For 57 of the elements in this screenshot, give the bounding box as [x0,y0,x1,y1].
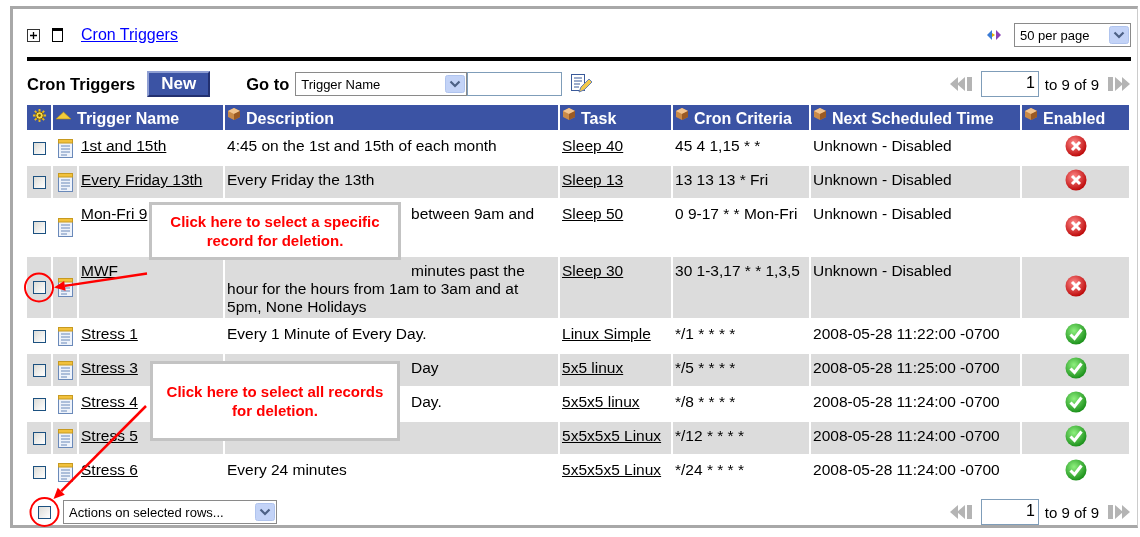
trigger-link[interactable]: Stress 6 [81,461,138,478]
go-to-label: Go to [246,74,290,94]
task-link[interactable]: Sleep 50 [562,205,624,222]
column-header[interactable]: Task [560,105,671,130]
description-text: 4:45 on the 1st and 15th of each month [227,137,497,154]
description-text: Every 24 minutes [227,461,347,478]
next-time-text: 2008-05-28 11:24:00 -0700 [813,393,1000,410]
cron-text: 45 4 1,15 * * [675,137,761,154]
cron-text: */12 * * * * [675,427,744,444]
cron-text: */8 * * * * [675,393,736,410]
description-text: Day. [411,393,442,410]
description-text: minutes past the hour for the hours from 1am to 3am and at 5pm, None Holidays [227,262,525,315]
description-text: Every Friday the 13th [227,171,375,188]
next-time-text: Unknown - Disabled [813,205,952,222]
next-time-text: 2008-05-28 11:25:00 -0700 [813,359,1000,376]
page-title-link[interactable]: Cron Triggers [81,26,178,44]
trigger-link[interactable]: Mon-Fri 9 [81,205,148,222]
cron-text: */1 * * * * [675,325,736,342]
callout: Click here to select all records for deletion. [150,361,400,441]
cron-text: 0 9-17 * * Mon-Fri [675,205,798,222]
next-time-text: Unknown - Disabled [813,137,952,154]
description-text: Every 1 Minute of Every Day. [227,325,427,342]
trigger-link[interactable]: MWF [81,262,118,279]
field-dropdown[interactable]: Trigger Name [295,72,468,96]
task-link[interactable]: Sleep 40 [562,137,624,154]
cron-text: */5 * * * * [675,359,736,376]
column-header[interactable]: Description [225,105,558,130]
task-link[interactable]: Linux Simple [562,325,651,342]
cron-text: */24 * * * * [675,461,744,478]
column-header[interactable]: Trigger Name [53,105,223,130]
trigger-link[interactable]: 1st and 15th [81,137,167,154]
task-link[interactable]: 5x5x5 linux [562,393,640,410]
page-field[interactable]: 1 [980,499,1039,525]
page-range: to 9 of 9 [1044,75,1099,93]
trigger-link[interactable]: Stress 1 [81,325,138,342]
cron-text: 30 1-3,17 * * 1,3,5 [675,262,800,279]
page-range: to 9 of 9 [1044,503,1099,521]
new-button[interactable]: New [147,71,211,97]
column-header[interactable]: Cron Criteria [673,105,809,130]
trigger-link[interactable]: Stress 4 [81,393,138,410]
actions-dropdown[interactable]: Actions on selected rows... [63,500,277,524]
section-title: Cron Triggers [27,74,136,94]
per-page-dropdown[interactable]: 50 per page [1014,23,1131,47]
description-text: between 9am and [411,205,535,222]
next-time-text: Unknown - Disabled [813,262,952,279]
task-link[interactable]: 5x5x5x5 Linux [562,461,662,478]
page-field[interactable]: 1 [980,71,1039,97]
next-time-text: 2008-05-28 11:22:00 -0700 [813,325,1000,342]
column-header[interactable]: Enabled [1022,105,1129,130]
cron-text: 13 13 13 * Fri [675,171,769,188]
next-time-text: Unknown - Disabled [813,171,952,188]
callout: Click here to select a specific record for deletion. [149,202,401,260]
next-time-text: 2008-05-28 11:24:00 -0700 [813,427,1000,444]
next-time-text: 2008-05-28 11:24:00 -0700 [813,461,1000,478]
column-header[interactable]: Next Scheduled Time [811,105,1020,130]
task-link[interactable]: Sleep 30 [562,262,624,279]
description-text: Day [411,359,439,376]
